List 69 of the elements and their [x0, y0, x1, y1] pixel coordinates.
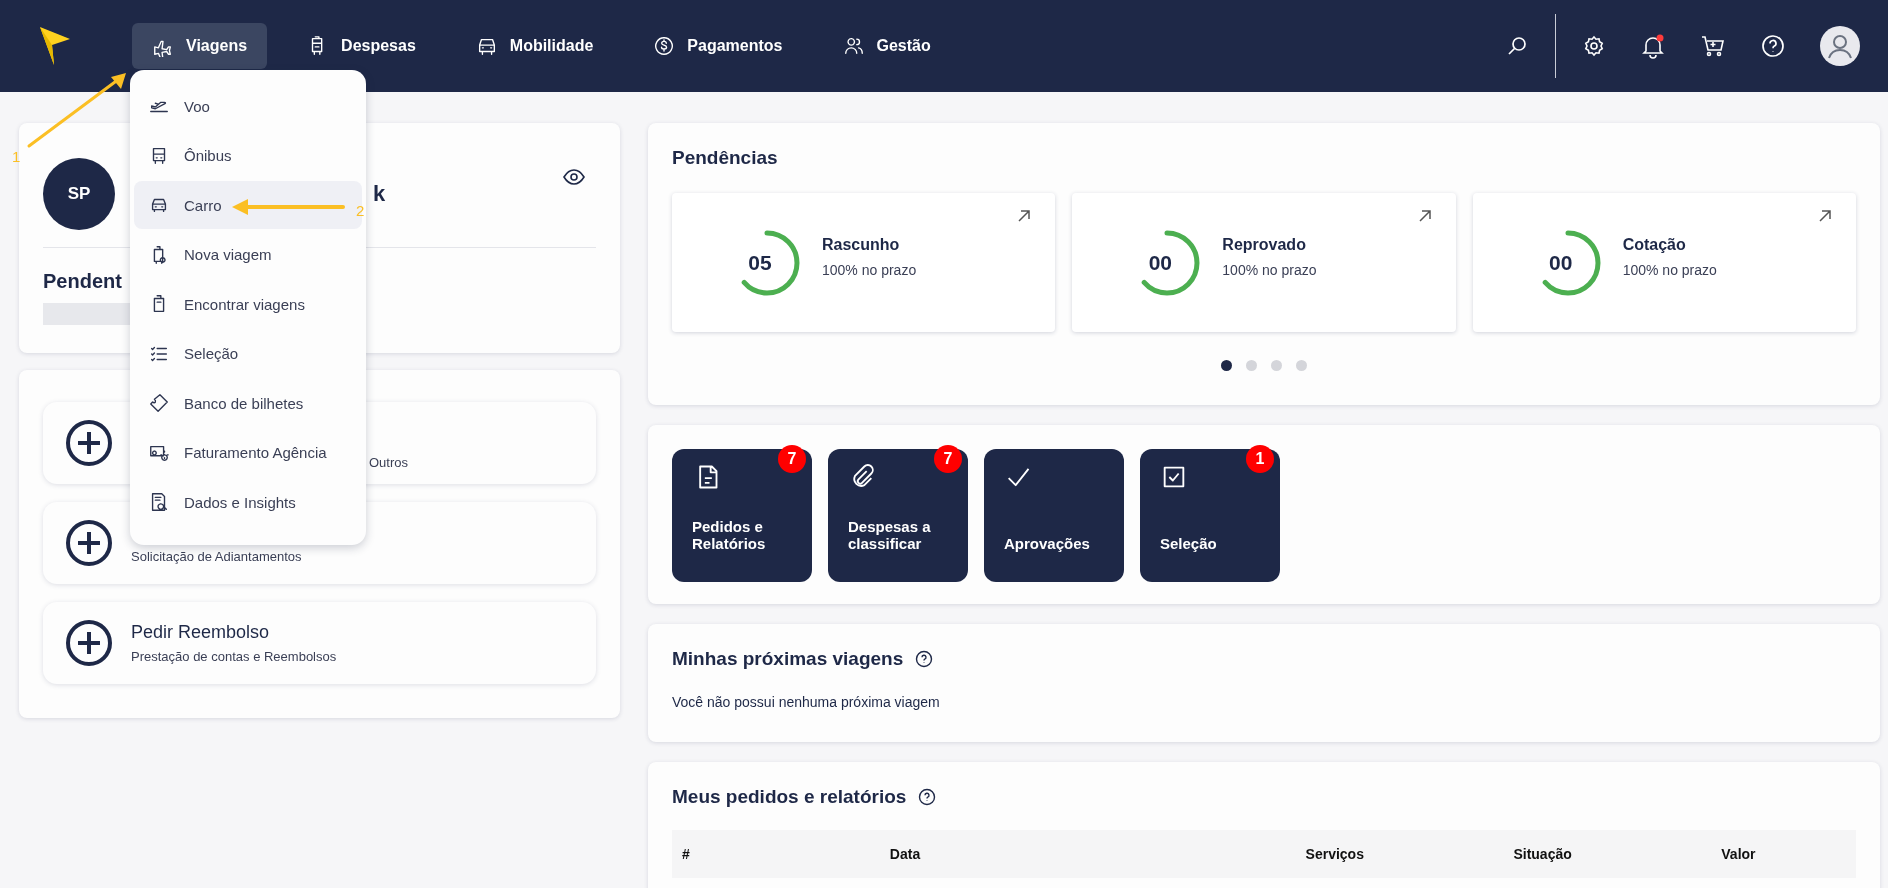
section-title: Minhas próximas viagens	[672, 648, 904, 670]
arrow-up-right-icon[interactable]	[1017, 209, 1032, 223]
status-note: 100% no prazo	[1222, 261, 1317, 278]
help-icon[interactable]	[918, 788, 937, 806]
action-title: Pedir Reembolso	[131, 622, 271, 643]
annotation-number: 2	[356, 202, 365, 219]
menu-item[interactable]: Seleção	[134, 329, 362, 378]
status-card[interactable]: 05 Rascunho 100% no prazo	[672, 193, 1056, 332]
menu-item[interactable]: Ônibus	[134, 131, 362, 180]
pager-dot[interactable]	[1246, 360, 1257, 371]
menu-item[interactable]: Faturamento Agência	[134, 428, 362, 477]
menu-item[interactable]: Voo	[134, 82, 362, 130]
status-label: Reprovado	[1222, 235, 1307, 254]
pager-dot[interactable]	[1296, 360, 1307, 371]
dollar-icon	[653, 35, 676, 57]
nav-tab[interactable]: Mobilidade	[455, 23, 614, 69]
pager-dot[interactable]	[1221, 360, 1232, 371]
count-badge: 7	[934, 445, 962, 473]
status-count: 05	[747, 250, 773, 275]
status-count: 00	[1147, 250, 1173, 275]
plus-circle-icon	[65, 619, 113, 667]
annotation-number: 1	[12, 148, 21, 165]
action-card[interactable]: Pedir Reembolso Prestação de contas e Reembolsos	[43, 602, 596, 684]
people-icon	[842, 35, 865, 57]
status-note: 100% no prazo	[822, 261, 917, 278]
avatar-icon[interactable]	[1820, 26, 1860, 66]
bell-icon[interactable]	[1640, 33, 1666, 59]
action-subtitle: Prestação de contas e Reembolsos	[131, 649, 337, 664]
menu-item[interactable]: Encontrar viagens	[134, 280, 362, 328]
help-icon[interactable]	[915, 650, 934, 668]
count-badge: 1	[1246, 445, 1274, 473]
status-card[interactable]: 00 Reprovado 100% no prazo	[1072, 193, 1456, 332]
settings-icon[interactable]	[1582, 34, 1606, 58]
plus-circle-icon	[65, 519, 113, 567]
pager-dot[interactable]	[1271, 360, 1282, 371]
column-header: Valor	[1721, 846, 1757, 862]
menu-item[interactable]: Nova viagem	[134, 230, 362, 279]
shortcut-tile[interactable]: Aprovações	[984, 449, 1124, 582]
arrow-up-right-icon[interactable]	[1818, 209, 1832, 223]
pending-title: Pendent	[43, 270, 123, 293]
action-subtitle: Solicitação de Adiantamentos	[131, 548, 302, 564]
cart-icon[interactable]	[1700, 33, 1726, 59]
status-note: 100% no prazo	[1622, 261, 1717, 278]
action-subtitle: Outros	[369, 454, 408, 470]
column-header: Situação	[1513, 846, 1573, 862]
count-badge: 7	[778, 445, 806, 473]
menu-item[interactable]: Dados e Insights	[134, 478, 362, 526]
column-header: #	[682, 846, 691, 862]
nav-tab[interactable]: Viagens	[132, 23, 268, 69]
status-label: Cotação	[1622, 235, 1687, 254]
nav-tab[interactable]: Gestão	[822, 23, 951, 69]
plus-circle-icon	[65, 419, 113, 467]
section-title: Pendências	[672, 147, 779, 169]
section-title: Meus pedidos e relatórios	[672, 786, 907, 808]
user-avatar: SP	[43, 158, 115, 230]
nav-tab[interactable]: Pagamentos	[633, 23, 803, 69]
empty-message: Você não possui nenhuma próxima viagem	[672, 694, 941, 710]
column-header: Data	[889, 846, 922, 862]
status-count: 00	[1547, 250, 1574, 275]
ticket-icon	[148, 392, 170, 414]
user-name: k	[373, 181, 386, 207]
nav-tab[interactable]: Despesas	[287, 23, 436, 69]
status-label: Rascunho	[822, 235, 901, 254]
arrow-up-right-icon[interactable]	[1417, 209, 1432, 223]
help-icon[interactable]	[1760, 33, 1786, 59]
menu-item[interactable]: Banco de bilhetes	[134, 379, 362, 427]
logo-icon[interactable]	[38, 25, 72, 67]
column-header: Serviços	[1305, 846, 1365, 862]
status-card[interactable]: 00 Cotação 100% no prazo	[1472, 193, 1856, 332]
